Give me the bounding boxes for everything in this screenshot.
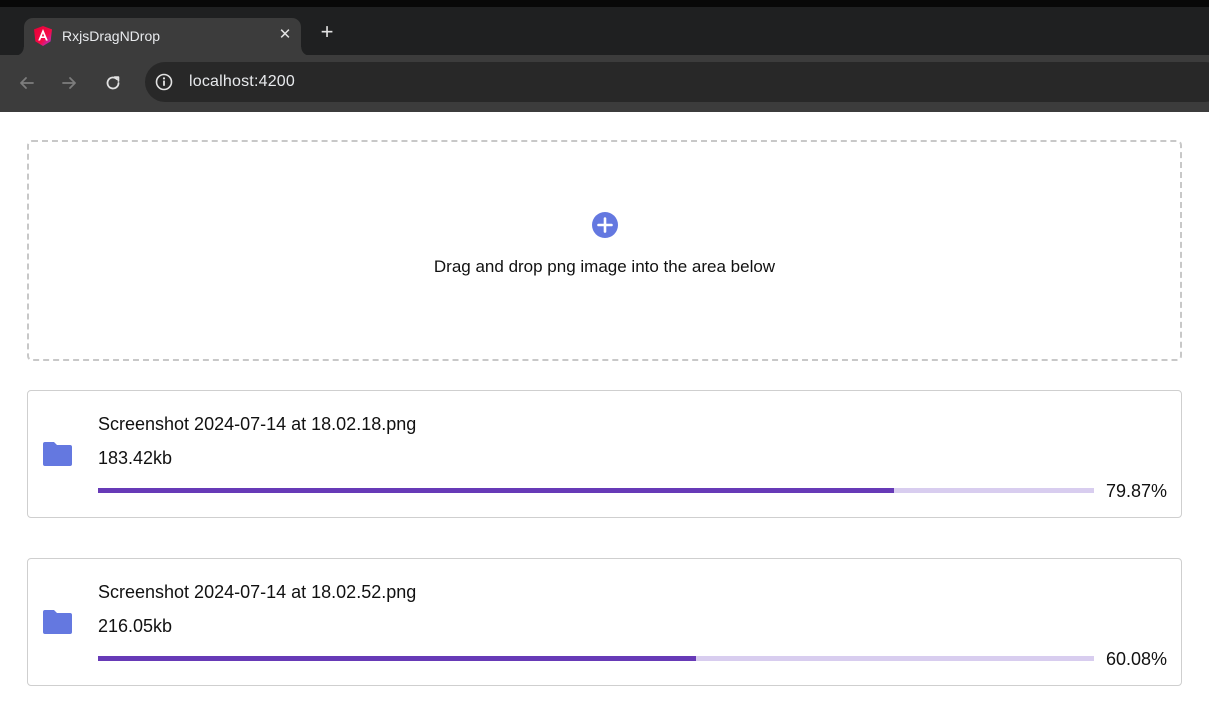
add-circle-icon[interactable]: [592, 212, 618, 238]
progress-fill: [98, 488, 894, 493]
reload-icon[interactable]: [102, 72, 124, 94]
browser-toolbar: localhost:4200: [0, 55, 1209, 112]
info-circle-icon[interactable]: [154, 72, 174, 92]
arrow-left-icon[interactable]: [16, 72, 38, 94]
file-size: 183.42kb: [98, 448, 173, 468]
progress-percent: 79.87%: [1105, 481, 1167, 501]
file-upload-item: Screenshot 2024-07-14 at 18.02.52.png 21…: [27, 558, 1182, 686]
drop-zone[interactable]: Drag and drop png image into the area be…: [27, 140, 1182, 361]
progress-bar: [98, 488, 1094, 493]
address-bar[interactable]: localhost:4200: [145, 62, 1209, 102]
arrow-right-icon[interactable]: [58, 72, 80, 94]
tab-strip: RxjsDragNDrop ✕ +: [0, 7, 1209, 56]
file-upload-item: Screenshot 2024-07-14 at 18.02.18.png 18…: [27, 390, 1182, 518]
progress-bar: [98, 656, 1094, 661]
file-size: 216.05kb: [98, 616, 173, 636]
angular-logo-icon: [34, 26, 52, 46]
folder-icon: [43, 610, 72, 634]
progress-fill: [98, 656, 697, 661]
file-name: Screenshot 2024-07-14 at 18.02.18.png: [98, 414, 417, 434]
drop-instruction: Drag and drop png image into the area be…: [433, 257, 776, 276]
file-name: Screenshot 2024-07-14 at 18.02.52.png: [98, 582, 417, 602]
browser-tab[interactable]: RxjsDragNDrop ✕: [15, 18, 310, 56]
url-text: localhost:4200: [189, 73, 295, 90]
progress-percent: 60.08%: [1105, 649, 1167, 669]
close-icon[interactable]: ✕: [276, 26, 294, 44]
tab-title: RxjsDragNDrop: [62, 28, 161, 44]
window-top-strip: [0, 0, 1209, 7]
folder-icon: [43, 442, 72, 466]
plus-icon[interactable]: +: [316, 21, 338, 43]
